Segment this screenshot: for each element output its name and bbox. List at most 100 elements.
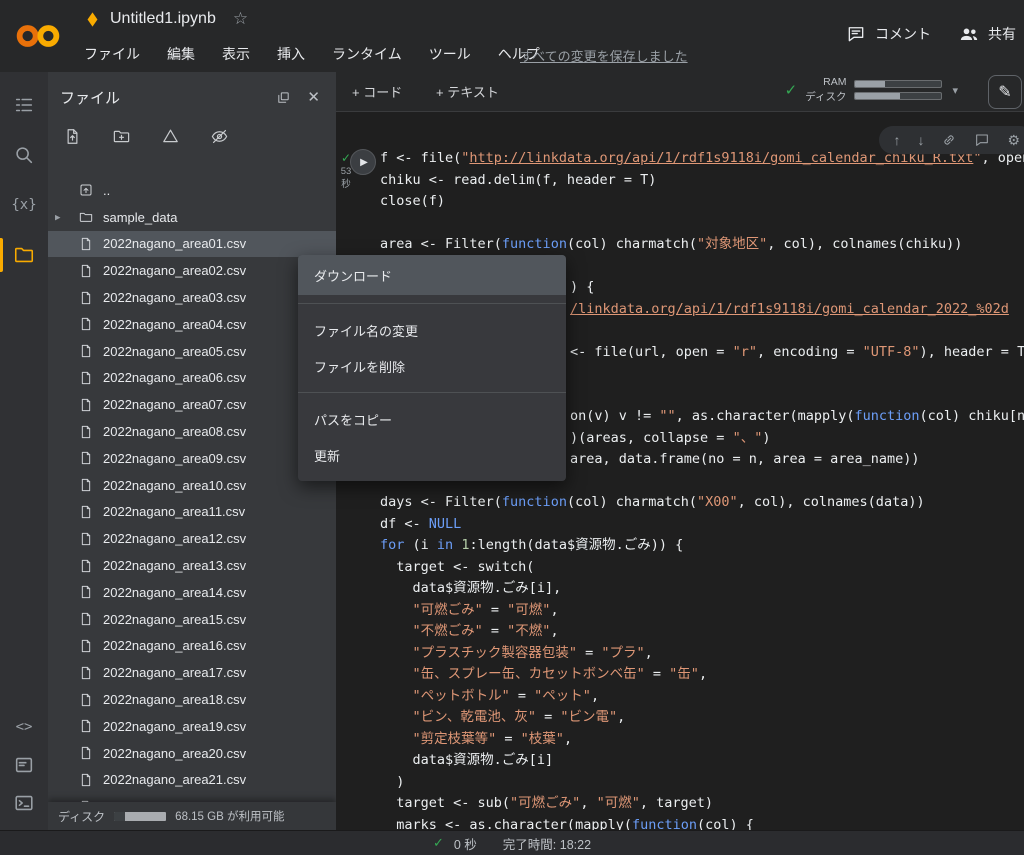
- active-indicator: [0, 238, 3, 272]
- file-name: 2022nagano_area09.csv: [103, 451, 246, 466]
- file-row[interactable]: 2022nagano_area08.csv: [48, 418, 336, 445]
- new-folder-button[interactable]: [109, 124, 133, 148]
- file-name: 2022nagano_area10.csv: [103, 478, 246, 493]
- file-row[interactable]: 2022nagano_area09.csv: [48, 445, 336, 472]
- add-code-cell-button[interactable]: + コード: [352, 72, 402, 111]
- file-row[interactable]: 2022nagano_area13.csv: [48, 552, 336, 579]
- colab-logo-icon[interactable]: [12, 18, 64, 54]
- resource-usage-widget[interactable]: ✓ RAM ディスク ▾: [785, 75, 958, 105]
- terminal-button[interactable]: [0, 784, 48, 822]
- disk-available-text: 68.15 GB が利用可能: [175, 808, 284, 824]
- file-name: 2022nagano_area18.csv: [103, 692, 246, 707]
- add-text-cell-button[interactable]: + テキスト: [436, 72, 499, 111]
- file-row[interactable]: 2022nagano_area19.csv: [48, 713, 336, 740]
- notebook-title[interactable]: Untitled1.ipynb: [110, 10, 216, 28]
- comment-icon: [846, 24, 866, 44]
- file-row-parent-dir[interactable]: ..: [48, 177, 336, 204]
- comment-icon[interactable]: [974, 132, 990, 148]
- file-row[interactable]: 2022nagano_area18.csv: [48, 686, 336, 713]
- file-name: 2022nagano_area15.csv: [103, 612, 246, 627]
- menu-file[interactable]: ファイル: [84, 44, 140, 64]
- file-row[interactable]: 2022nagano_area11.csv: [48, 499, 336, 526]
- table-of-contents-button[interactable]: [0, 80, 48, 130]
- chevron-right-icon[interactable]: ▸: [55, 211, 61, 224]
- code-line: target <- switch(: [380, 557, 1024, 579]
- file-row[interactable]: 2022nagano_area14.csv: [48, 579, 336, 606]
- menu-edit[interactable]: 編集: [167, 44, 195, 64]
- code-line: area <- Filter(function(col) charmatch("…: [380, 234, 1024, 256]
- menu-divider: [298, 392, 566, 393]
- file-row[interactable]: 2022nagano_area03.csv: [48, 284, 336, 311]
- file-name: 2022nagano_area20.csv: [103, 746, 246, 761]
- files-panel: ファイル ✕ ..▸sample_data2022nagano_area01.c…: [48, 72, 336, 830]
- save-status[interactable]: すべての変更を保存しました: [520, 46, 688, 65]
- file-row[interactable]: 2022nagano_area10.csv: [48, 472, 336, 499]
- menu-tools[interactable]: ツール: [429, 44, 471, 64]
- search-button[interactable]: [0, 130, 48, 180]
- code-line: [380, 213, 1024, 235]
- code-snippets-button[interactable]: <>: [0, 708, 48, 746]
- cell-settings-gear-icon[interactable]: ⚙: [1007, 133, 1020, 147]
- rail-bottom-group: <>: [0, 708, 48, 822]
- menu-runtime[interactable]: ランタイム: [332, 44, 402, 64]
- code-block[interactable]: f <- file("http://linkdata.org/api/1/rdf…: [380, 148, 1024, 830]
- file-icon: [78, 450, 94, 466]
- file-row[interactable]: 2022nagano_area21.csv: [48, 767, 336, 794]
- file-row[interactable]: 2022nagano_area15.csv: [48, 606, 336, 633]
- context-menu-item-rename[interactable]: ファイル名の変更: [298, 312, 566, 348]
- file-name: 2022nagano_area13.csv: [103, 558, 246, 573]
- disk-label: ディスク: [58, 808, 105, 825]
- file-row[interactable]: 2022nagano_area20.csv: [48, 740, 336, 767]
- file-row[interactable]: 2022nagano_area01.csv: [48, 231, 336, 258]
- code-line: close(f): [380, 191, 1024, 213]
- move-cell-up-button[interactable]: ↑: [893, 133, 900, 147]
- context-menu-item-delete[interactable]: ファイルを削除: [298, 348, 566, 384]
- mount-drive-button[interactable]: [158, 124, 182, 148]
- file-row[interactable]: 2022nagano_area16.csv: [48, 633, 336, 660]
- file-icon: [78, 531, 94, 547]
- close-panel-button[interactable]: ✕: [307, 90, 320, 105]
- upload-file-button[interactable]: [60, 124, 84, 148]
- file-name: ..: [103, 183, 110, 198]
- toggle-hidden-files-button[interactable]: [207, 124, 231, 148]
- file-name: 2022nagano_area06.csv: [103, 370, 246, 385]
- file-row[interactable]: 2022nagano_area05.csv: [48, 338, 336, 365]
- file-row[interactable]: 2022nagano_area07.csv: [48, 391, 336, 418]
- context-menu-item-download[interactable]: ダウンロード: [298, 255, 566, 295]
- code-line: data$資源物.ごみ[i],: [380, 578, 1024, 600]
- files-button[interactable]: [0, 230, 48, 280]
- context-menu-item-refresh[interactable]: 更新: [298, 437, 566, 473]
- variables-button[interactable]: {x}: [0, 180, 48, 230]
- open-in-tab-button[interactable]: [276, 90, 291, 105]
- star-icon[interactable]: ☆: [233, 9, 248, 29]
- menu-insert[interactable]: 挿入: [277, 44, 305, 64]
- file-icon: [78, 290, 94, 306]
- menu-view[interactable]: 表示: [222, 44, 250, 64]
- file-row[interactable]: 2022nagano_area12.csv: [48, 525, 336, 552]
- file-icon: [78, 558, 94, 574]
- file-icon: [78, 370, 94, 386]
- share-button[interactable]: 共有: [959, 24, 1016, 44]
- search-icon: [13, 144, 35, 166]
- edit-mode-button[interactable]: ✎: [988, 75, 1022, 109]
- file-name: 2022nagano_area16.csv: [103, 638, 246, 653]
- file-row[interactable]: 2022nagano_area17.csv: [48, 659, 336, 686]
- terminal-icon: [13, 792, 35, 814]
- code-line: target <- sub("可燃ごみ", "可燃", target): [380, 793, 1024, 815]
- file-row[interactable]: 2022nagano_area06.csv: [48, 365, 336, 392]
- context-menu-item-copy-path[interactable]: パスをコピー: [298, 401, 566, 437]
- file-icon: [78, 263, 94, 279]
- run-cell-button[interactable]: ▶: [350, 149, 376, 175]
- comment-button[interactable]: コメント: [846, 24, 931, 44]
- file-row-folder[interactable]: ▸sample_data: [48, 204, 336, 231]
- file-row[interactable]: 2022nagano_area02.csv: [48, 257, 336, 284]
- disk-usage-footer: ディスク 68.15 GB が利用可能: [48, 802, 336, 830]
- code-line: data$資源物.ごみ[i]: [380, 750, 1024, 772]
- command-palette-button[interactable]: [0, 746, 48, 784]
- file-row[interactable]: 2022nagano_area04.csv: [48, 311, 336, 338]
- code-line: "プラスチック製容器包装" = "プラ",: [380, 643, 1024, 665]
- link-icon[interactable]: [941, 132, 957, 148]
- notebook-toolbar: + コード + テキスト ✓ RAM ディスク ▾ ✎: [336, 72, 1024, 112]
- move-cell-down-button[interactable]: ↓: [917, 133, 924, 147]
- code-line: marks <- as.character(mapply(function(co…: [380, 815, 1024, 831]
